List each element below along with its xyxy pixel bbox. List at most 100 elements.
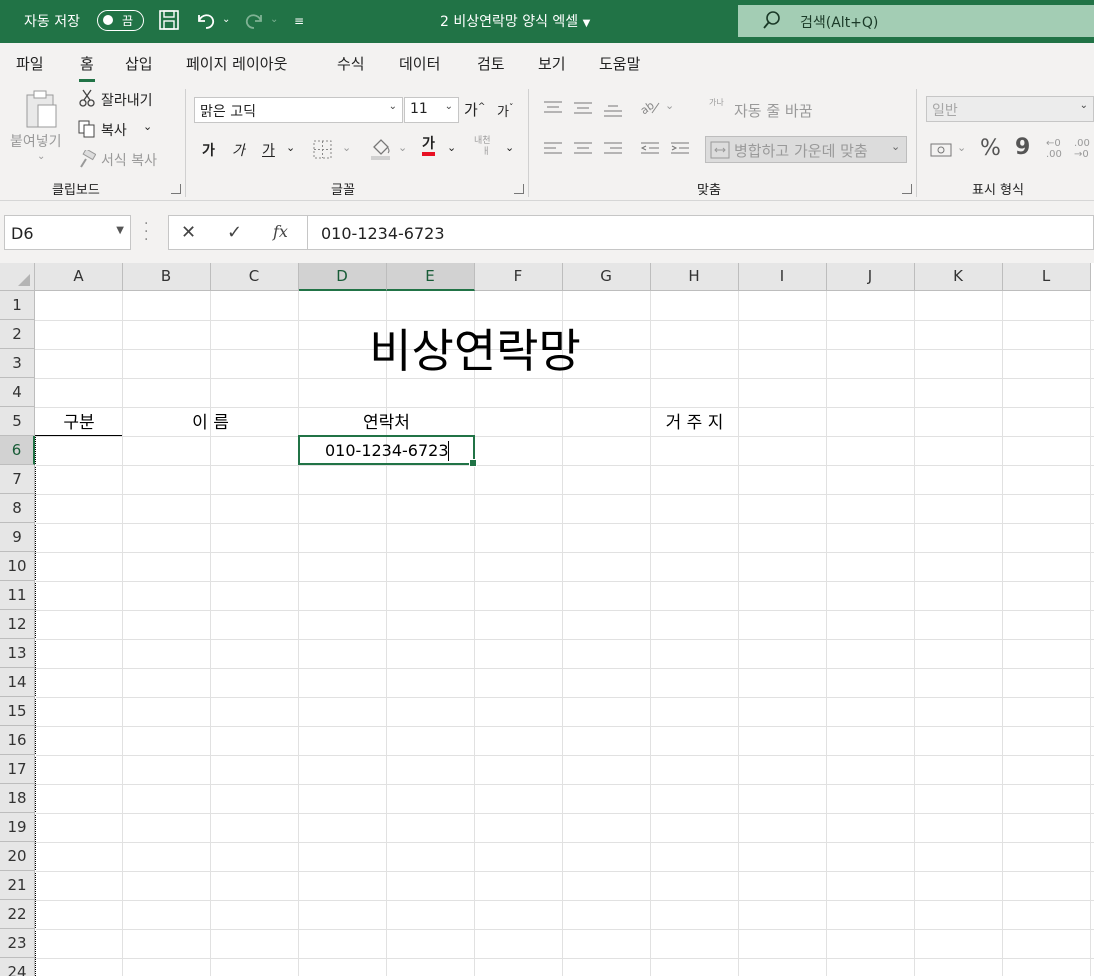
row-header-10[interactable]: 10 (0, 552, 35, 581)
row-header-6[interactable]: 6 (0, 436, 35, 465)
italic-button[interactable]: 가 (232, 140, 245, 160)
copy-button[interactable]: 복사 (101, 120, 127, 140)
align-middle-icon[interactable] (573, 100, 593, 120)
column-header-d[interactable]: D (298, 263, 387, 291)
align-left-icon[interactable] (543, 141, 563, 161)
row-header-18[interactable]: 18 (0, 784, 35, 813)
undo-icon[interactable] (194, 9, 216, 38)
worksheet-grid[interactable]: 24 23 22 21 20 19 18 17 16 15 14 13 12 11 10 9 8 7 6 5 4 3 2 1 L… (0, 263, 1094, 976)
insert-function-button[interactable]: fx (273, 222, 288, 241)
row-header-20[interactable]: 20 (0, 842, 35, 871)
copy-dropdown-icon[interactable]: ⌄ (143, 120, 152, 133)
fill-color-dropdown-icon[interactable]: ⌄ (398, 141, 407, 154)
column-header-l[interactable]: L (1002, 263, 1091, 291)
row-header-2[interactable]: 2 (0, 320, 35, 349)
search-box[interactable]: 검색(Alt+Q) (738, 5, 1094, 37)
column-header-i[interactable]: I (738, 263, 827, 291)
format-painter-button[interactable]: 서식 복사 (101, 150, 157, 170)
number-format-select[interactable]: 일반 ⌄ (926, 96, 1094, 122)
font-name-select[interactable]: 맑은 고딕 ⌄ (194, 97, 403, 123)
column-header-k[interactable]: K (914, 263, 1003, 291)
row-header-23[interactable]: 23 (0, 929, 35, 958)
row-header-9[interactable]: 9 (0, 523, 35, 552)
row-header-13[interactable]: 13 (0, 639, 35, 668)
increase-font-button[interactable]: 가^ (464, 99, 485, 120)
redo-icon[interactable] (244, 9, 266, 38)
customize-toolbar-icon[interactable]: ≡ (294, 9, 304, 33)
orientation-icon[interactable]: ab (638, 97, 660, 119)
tab-formulas[interactable]: 수식 (337, 53, 365, 74)
borders-icon[interactable] (313, 140, 333, 164)
font-color-dropdown-icon[interactable]: ⌄ (447, 141, 456, 154)
font-size-select[interactable]: 11 ⌄ (404, 97, 459, 123)
row-header-21[interactable]: 21 (0, 871, 35, 900)
row-header-17[interactable]: 17 (0, 755, 35, 784)
header-address-cell[interactable]: 거 주 지 (475, 407, 914, 435)
row-header-5[interactable]: 5 (0, 407, 35, 436)
percent-button[interactable]: % (980, 136, 1001, 161)
sheet-title-cell[interactable]: 비상연락망 (36, 291, 914, 407)
tab-help[interactable]: 도움말 (599, 53, 640, 74)
cancel-entry-button[interactable]: ✕ (181, 222, 196, 243)
redo-dropdown-icon[interactable]: ⌄ (270, 14, 278, 25)
tab-data[interactable]: 데이터 (399, 53, 440, 74)
paste-icon[interactable] (24, 89, 60, 135)
decrease-font-button[interactable]: 가ˇ (497, 101, 513, 120)
column-header-g[interactable]: G (562, 263, 651, 291)
fill-color-icon[interactable] (370, 137, 392, 165)
bold-button[interactable]: 가 (202, 140, 215, 160)
phonetic-button[interactable]: 내천 ㅐ (474, 136, 491, 158)
row-header-16[interactable]: 16 (0, 726, 35, 755)
row-header-22[interactable]: 22 (0, 900, 35, 929)
column-header-j[interactable]: J (826, 263, 915, 291)
row-header-12[interactable]: 12 (0, 610, 35, 639)
save-icon[interactable] (158, 9, 180, 38)
confirm-entry-button[interactable]: ✓ (227, 222, 242, 243)
column-header-e[interactable]: E (386, 263, 475, 291)
row-header-4[interactable]: 4 (0, 378, 35, 407)
column-header-f[interactable]: F (474, 263, 563, 291)
header-name-cell[interactable]: 이 름 (123, 407, 298, 435)
header-category-cell[interactable]: 구분 (36, 407, 122, 435)
paste-dropdown-icon[interactable]: ⌄ (37, 151, 45, 162)
tab-file[interactable]: 파일 (16, 53, 44, 74)
select-all-button[interactable] (0, 263, 35, 291)
row-header-11[interactable]: 11 (0, 581, 35, 610)
phonetic-dropdown-icon[interactable]: ⌄ (505, 141, 514, 154)
row-header-19[interactable]: 19 (0, 813, 35, 842)
undo-dropdown-icon[interactable]: ⌄ (222, 14, 230, 25)
row-header-24[interactable]: 24 (0, 958, 35, 976)
row-header-8[interactable]: 8 (0, 494, 35, 523)
column-header-b[interactable]: B (122, 263, 211, 291)
align-center-icon[interactable] (573, 141, 593, 161)
decrease-indent-icon[interactable] (640, 141, 660, 161)
align-right-icon[interactable] (603, 141, 623, 161)
font-color-button[interactable]: 가 (422, 136, 435, 156)
column-header-c[interactable]: C (210, 263, 299, 291)
wrap-text-button[interactable]: 자동 줄 바꿈 (734, 100, 813, 121)
merge-center-button[interactable]: 병합하고 가운데 맞춤 ⌄ (705, 136, 907, 163)
borders-dropdown-icon[interactable]: ⌄ (342, 141, 351, 154)
row-header-14[interactable]: 14 (0, 668, 35, 697)
tab-page-layout[interactable]: 페이지 레이아웃 (186, 53, 287, 74)
tab-view[interactable]: 보기 (538, 53, 566, 74)
tab-home[interactable]: 홈 (79, 53, 95, 82)
cut-button[interactable]: 잘라내기 (101, 90, 153, 110)
row-header-3[interactable]: 3 (0, 349, 35, 378)
formula-bar-splitter[interactable]: · · · (144, 217, 148, 247)
row-header-15[interactable]: 15 (0, 697, 35, 726)
underline-dropdown-icon[interactable]: ⌄ (286, 141, 295, 154)
row-header-1[interactable]: 1 (0, 291, 35, 320)
clipboard-launcher-icon[interactable] (171, 184, 181, 194)
paste-button[interactable]: 붙여넣기 (10, 131, 62, 151)
underline-button[interactable]: 가 (262, 140, 275, 160)
autosave-toggle[interactable]: 끔 (97, 10, 144, 31)
tab-review[interactable]: 검토 (477, 53, 505, 74)
column-header-a[interactable]: A (35, 263, 123, 291)
accounting-dropdown-icon[interactable]: ⌄ (957, 141, 966, 154)
row-header-7[interactable]: 7 (0, 465, 35, 494)
accounting-format-icon[interactable] (930, 141, 954, 163)
header-contact-cell[interactable]: 연락처 (299, 407, 474, 435)
alignment-launcher-icon[interactable] (902, 184, 912, 194)
comma-button[interactable]: 9 (1015, 135, 1030, 160)
